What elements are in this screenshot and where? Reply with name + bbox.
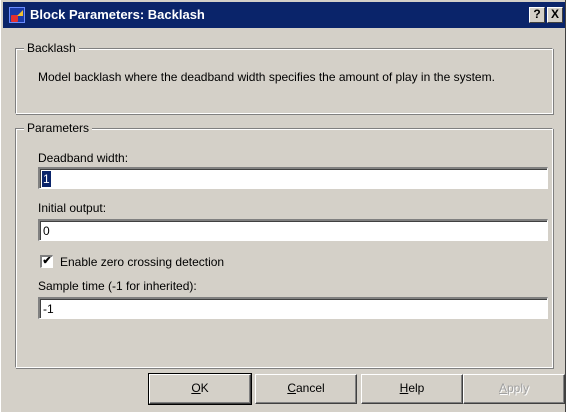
cancel-button[interactable]: Cancel bbox=[255, 374, 357, 404]
parameters-group-legend: Parameters bbox=[24, 121, 93, 135]
block-description: Model backlash where the deadband width … bbox=[38, 70, 495, 84]
apply-button-label: pply bbox=[507, 381, 530, 395]
zero-crossing-label[interactable]: Enable zero crossing detection bbox=[60, 255, 224, 269]
cancel-button-label: ancel bbox=[295, 381, 325, 395]
parameters-groupbox: Parameters Deadband width: 1 Initial out… bbox=[15, 121, 553, 368]
help-button[interactable]: Help bbox=[361, 374, 463, 404]
ok-button-label: K bbox=[200, 381, 209, 395]
title-bar[interactable]: Block Parameters: Backlash ? X bbox=[3, 2, 565, 28]
sample-time-value: -1 bbox=[43, 302, 54, 316]
simulink-block-icon bbox=[9, 7, 25, 23]
sample-time-field[interactable]: -1 bbox=[38, 297, 548, 319]
window-title: Block Parameters: Backlash bbox=[30, 7, 205, 22]
cancel-button-mnemonic: C bbox=[287, 381, 296, 395]
help-icon[interactable]: ? bbox=[529, 7, 545, 23]
sample-time-label: Sample time (-1 for inherited): bbox=[38, 279, 197, 293]
initial-output-label: Initial output: bbox=[38, 201, 107, 215]
initial-output-field[interactable]: 0 bbox=[38, 219, 548, 241]
close-icon[interactable]: X bbox=[547, 7, 563, 23]
deadband-width-field[interactable]: 1 bbox=[38, 167, 548, 189]
initial-output-value: 0 bbox=[43, 224, 50, 238]
backlash-groupbox: Backlash Model backlash where the deadba… bbox=[15, 41, 553, 114]
ok-button[interactable]: OK bbox=[148, 373, 252, 405]
dialog-window: Block Parameters: Backlash ? X Backlash … bbox=[0, 0, 566, 412]
help-button-label: elp bbox=[408, 381, 425, 395]
deadband-width-label: Deadband width: bbox=[38, 151, 129, 165]
ok-button-mnemonic: O bbox=[191, 381, 201, 395]
apply-button-mnemonic: A bbox=[498, 381, 507, 395]
zero-crossing-checkbox[interactable]: ✔ bbox=[40, 255, 53, 268]
backlash-group-legend: Backlash bbox=[24, 41, 79, 55]
apply-button[interactable]: Apply bbox=[463, 374, 565, 404]
deadband-width-value: 1 bbox=[42, 171, 51, 187]
